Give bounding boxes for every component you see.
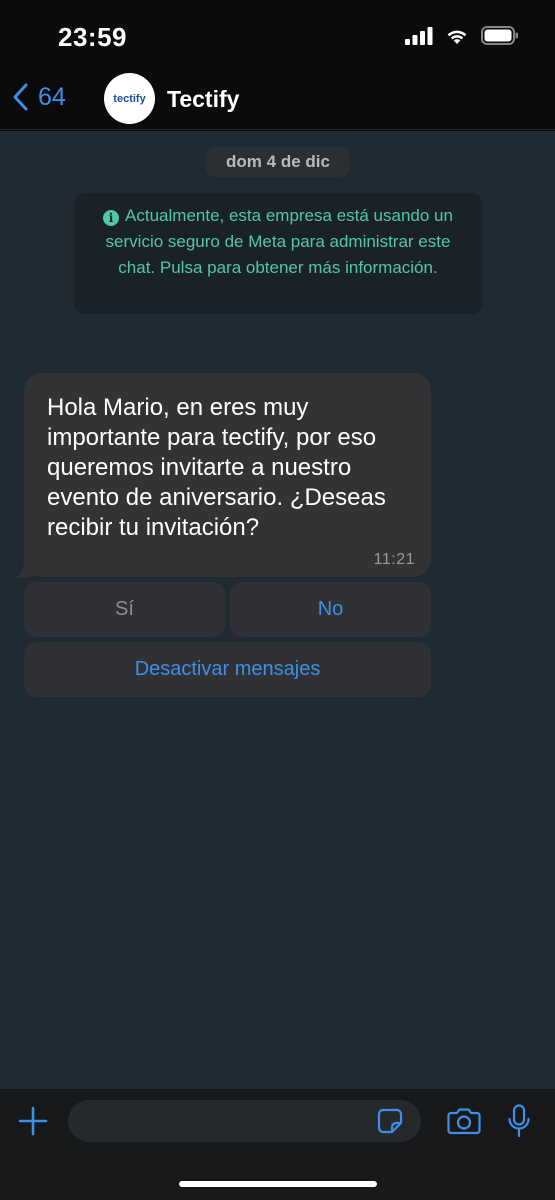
signal-icon — [405, 26, 433, 45]
business-info-notice[interactable]: i Actualmente, esta empresa está usando u… — [74, 193, 482, 314]
info-notice-text: Actualmente, esta empresa está usando un… — [105, 206, 453, 277]
message-line: recibir tu invitación? — [47, 514, 260, 541]
plus-icon[interactable] — [18, 1106, 48, 1136]
message-bubble[interactable]: Hola Mario, en eres muy importante para … — [24, 373, 431, 577]
contact-name[interactable]: Tectify — [167, 86, 239, 113]
avatar[interactable]: tectify — [104, 73, 155, 124]
home-indicator[interactable] — [179, 1181, 377, 1187]
microphone-icon[interactable] — [508, 1104, 530, 1138]
wifi-icon — [447, 30, 467, 44]
back-button[interactable]: 64 — [10, 82, 66, 112]
status-bar: 23:59 — [0, 0, 555, 70]
chat-area[interactable]: dom 4 de dic i Actualmente, esta empresa … — [0, 131, 555, 1089]
sticker-icon[interactable] — [377, 1108, 403, 1134]
message-line: queremos invitarte a nuestro — [47, 454, 352, 481]
message-time: 11:21 — [373, 551, 415, 568]
quick-reply-no-button[interactable]: No — [230, 582, 431, 637]
status-time: 23:59 — [58, 22, 127, 52]
battery-icon — [481, 26, 518, 45]
quick-reply-yes-button[interactable]: Sí — [24, 582, 225, 637]
message-line: importante para tectify, por eso — [47, 424, 377, 451]
status-icons — [405, 26, 519, 45]
message-line: Hola Mario, en eres muy — [47, 394, 309, 421]
chevron-left-icon — [13, 83, 28, 111]
unsubscribe-button[interactable]: Desactivar mensajes — [24, 642, 431, 697]
message-text: Hola Mario, en eres muy importante para … — [47, 393, 409, 543]
camera-icon[interactable] — [447, 1107, 481, 1135]
chat-header: 64 tectify Tectify — [0, 70, 555, 130]
info-icon: i — [103, 210, 120, 226]
unread-count: 64 — [38, 82, 66, 111]
date-separator: dom 4 de dic — [206, 147, 350, 177]
message-input[interactable] — [68, 1100, 421, 1142]
avatar-logo-text: tectify — [113, 92, 146, 105]
input-bar — [0, 1089, 555, 1200]
message-line: evento de aniversario. ¿Deseas — [47, 484, 386, 511]
